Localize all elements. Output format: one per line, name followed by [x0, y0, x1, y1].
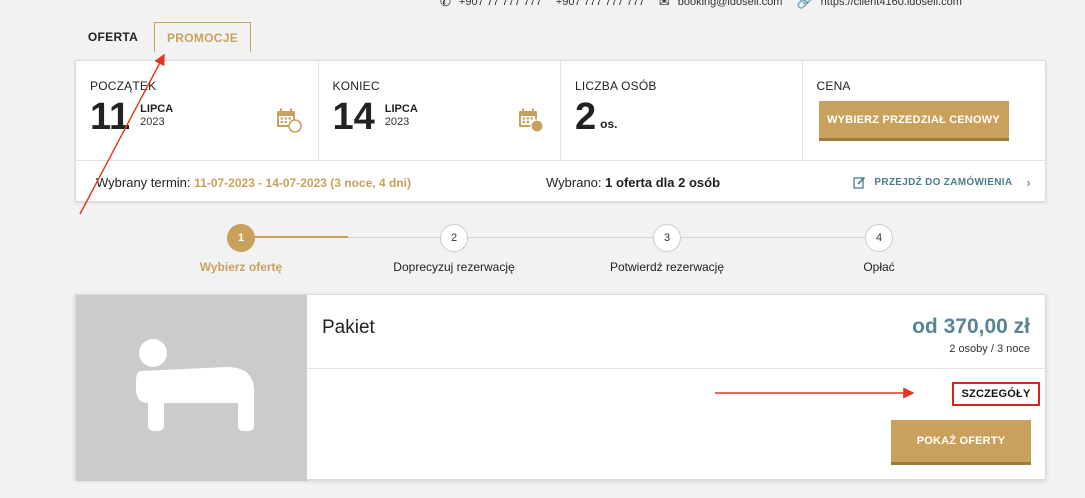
tab-promocje[interactable]: PROMOCJE — [154, 22, 251, 52]
end-day: 14 — [332, 96, 375, 138]
calendar-icon[interactable] — [276, 107, 302, 133]
offer-card: Pakiet od 370,00 zł 2 osoby / 3 noce SZC… — [75, 294, 1046, 481]
term-value: 11-07-2023 - 14-07-2023 (3 noce, 4 dni) — [194, 175, 411, 190]
contact-phone-2[interactable]: +907 777 777 777 — [556, 0, 645, 8]
contact-phone-1[interactable]: ✆ +907 77 777 777 — [440, 0, 542, 10]
link-icon: 🔗 — [796, 0, 813, 9]
phone-icon: ✆ — [440, 0, 451, 9]
show-offers-button[interactable]: POKAŻ OFERTY — [891, 420, 1031, 465]
start-date-cell[interactable]: POCZĄTEK 11 LIPCA 2023 — [76, 61, 319, 160]
persons-unit: os. — [600, 117, 618, 131]
url-text: https://client4160.idosell.com — [820, 0, 962, 8]
chevron-right-icon: › — [1026, 174, 1031, 190]
offer-occupancy: 2 osoby / 3 noce — [949, 343, 1030, 355]
contact-url[interactable]: 🔗 https://client4160.idosell.com — [796, 0, 961, 10]
offer-divider — [307, 368, 1045, 369]
steps-progress — [241, 236, 348, 238]
step-2-circle: 2 — [440, 224, 468, 252]
start-day: 11 — [90, 96, 131, 138]
phone-2-text: +907 777 777 777 — [555, 0, 645, 8]
selected-label: Wybrano: — [546, 174, 602, 190]
selected-value: 1 oferta dla 2 osób — [605, 174, 721, 190]
term-label: Wybrany termin: — [96, 174, 191, 190]
end-label: KONIEC — [332, 79, 380, 93]
selection-summary: Wybrany termin: 11-07-2023 - 14-07-2023 … — [76, 161, 1045, 203]
details-link[interactable]: SZCZEGÓŁY — [952, 382, 1040, 406]
step-4-label: Opłać — [863, 260, 895, 274]
contact-bar: ✆ +907 77 777 777 +907 777 777 777 ✉ boo… — [440, 0, 962, 10]
email-text: booking@idosell.com — [677, 0, 783, 8]
tab-oferta[interactable]: OFERTA — [80, 22, 146, 52]
price-label: CENA — [816, 79, 851, 93]
contact-email[interactable]: ✉ booking@idosell.com — [659, 0, 783, 10]
booking-panel: POCZĄTEK 11 LIPCA 2023 KONIEC 14 LIPCA 2… — [75, 60, 1046, 202]
price-cell: CENA WYBIERZ PRZEDZIAŁ CENOWY — [803, 61, 1046, 160]
step-3-label: Potwierdź rezerwację — [609, 260, 725, 274]
offer-price: od 370,00 zł — [912, 315, 1030, 338]
edit-icon — [853, 176, 866, 189]
phone-1-text: +907 77 777 777 — [458, 0, 542, 8]
persons-label: LICZBA OSÓB — [575, 79, 657, 93]
step-2-label: Doprecyzuj rezerwację — [393, 260, 515, 274]
end-year: 2023 — [384, 116, 410, 128]
mail-icon: ✉ — [658, 0, 670, 9]
start-label: POCZĄTEK — [90, 79, 157, 93]
offer-title: Pakiet — [322, 317, 375, 338]
step-1-circle: 1 — [227, 224, 255, 252]
end-month: LIPCA — [384, 103, 418, 115]
go-to-order-link[interactable]: PRZEJDŹ DO ZAMÓWIENIA › — [853, 175, 1031, 190]
go-to-order-label: PRZEJDŹ DO ZAMÓWIENIA — [874, 176, 1013, 188]
persons-cell[interactable]: LICZBA OSÓB 2 os. — [561, 61, 803, 160]
start-year: 2023 — [140, 116, 165, 128]
step-3-circle: 3 — [653, 224, 681, 252]
offer-image-placeholder — [76, 295, 307, 481]
calendar-icon[interactable] — [518, 107, 544, 133]
choose-price-range-button[interactable]: WYBIERZ PRZEDZIAŁ CENOWY — [818, 101, 1009, 141]
step-1-label: Wybierz ofertę — [199, 260, 283, 274]
step-4-circle: 4 — [865, 224, 893, 252]
bed-icon — [135, 339, 254, 431]
start-month: LIPCA — [140, 103, 174, 115]
end-date-cell[interactable]: KONIEC 14 LIPCA 2023 — [319, 61, 561, 160]
persons-count: 2 — [575, 96, 597, 138]
